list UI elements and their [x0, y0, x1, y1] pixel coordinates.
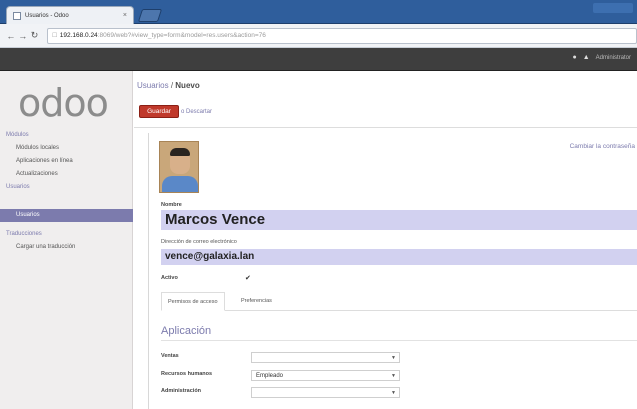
sidebar: odoo Módulos Módulos locales Aplicacione…: [0, 71, 133, 409]
active-label: Activo: [161, 275, 178, 281]
chevron-down-icon: ▼: [391, 390, 396, 396]
browser-tab-title: Usuarios - Odoo: [25, 12, 69, 19]
avatar-hair: [170, 148, 190, 156]
odoo-top-bar: ● ▲ Administrator: [0, 48, 637, 71]
page-favicon-icon: [13, 11, 21, 20]
chat-icon[interactable]: ●: [572, 54, 576, 61]
odoo-logo[interactable]: odoo: [18, 81, 109, 125]
chevron-down-icon: ▼: [391, 373, 396, 379]
sidebar-item-cargar-traduccion[interactable]: Cargar una traducción: [0, 241, 133, 254]
administracion-select[interactable]: ▼: [251, 387, 400, 398]
form-tab-bar: Permisos de acceso Preferencias: [161, 292, 637, 311]
breadcrumb-current: Nuevo: [175, 81, 200, 90]
sidebar-section-modulos: Módulos: [6, 132, 29, 138]
user-avatar[interactable]: [159, 141, 199, 193]
browser-tab-bar: Usuarios - Odoo ×: [0, 0, 637, 24]
change-password-link[interactable]: Cambiar la contraseña: [570, 143, 635, 150]
sidebar-item-actualizaciones[interactable]: Actualizaciones: [0, 168, 133, 181]
administracion-label: Administración: [161, 388, 202, 394]
user-icon[interactable]: ▲: [583, 54, 590, 61]
chevron-down-icon: ▼: [391, 355, 396, 361]
address-bar[interactable]: □ 192.168.0.24 :8069/web?#view_type=form…: [47, 27, 637, 44]
sidebar-section-traducciones: Traducciones: [6, 231, 42, 237]
section-title-aplicacion: Aplicación: [161, 325, 212, 337]
url-path: :8069/web?#view_type=form&model=res.user…: [97, 32, 266, 39]
email-label: Dirección de correo electrónico: [161, 239, 237, 245]
main-content: Usuarios / Nuevo Guardar o Descartar Cam…: [134, 71, 637, 409]
name-label: Nombre: [161, 202, 182, 208]
sidebar-section-usuarios: Usuarios: [6, 184, 30, 190]
recursos-humanos-select[interactable]: Empleado ▼: [251, 370, 400, 381]
breadcrumb-separator: /: [170, 81, 174, 90]
discard-link[interactable]: o Descartar: [181, 106, 212, 118]
name-input[interactable]: Marcos Vence: [161, 210, 637, 230]
breadcrumb-parent[interactable]: Usuarios: [137, 81, 169, 90]
url-host: 192.168.0.24: [59, 32, 98, 39]
sidebar-item-usuarios[interactable]: Usuarios: [0, 209, 133, 222]
recursos-humanos-value: Empleado: [256, 373, 284, 379]
avatar-shirt: [162, 176, 198, 192]
active-checkbox[interactable]: ✔: [245, 274, 251, 282]
close-tab-icon[interactable]: ×: [123, 12, 127, 19]
recursos-humanos-label: Recursos humanos: [161, 371, 213, 377]
topbar-right: ● ▲ Administrator: [566, 54, 631, 61]
save-button[interactable]: Guardar: [139, 105, 179, 118]
form-sheet: Cambiar la contraseña Nombre Marcos Venc…: [148, 133, 637, 409]
ventas-select[interactable]: ▼: [251, 352, 400, 363]
back-arrow-icon[interactable]: ←: [6, 31, 16, 41]
page-icon: □: [52, 32, 57, 39]
tab-permisos-de-acceso[interactable]: Permisos de acceso: [161, 292, 225, 311]
browser-toolbar: ← → ↻ □ 192.168.0.24 :8069/web?#view_typ…: [0, 24, 637, 48]
topbar-user-name[interactable]: Administrator: [596, 55, 631, 61]
ventas-label: Ventas: [161, 353, 179, 359]
browser-tab[interactable]: Usuarios - Odoo ×: [6, 6, 134, 24]
forward-arrow-icon[interactable]: →: [18, 31, 28, 41]
email-input[interactable]: vence@galaxia.lan: [161, 249, 637, 265]
sidebar-item-aplicaciones-en-linea[interactable]: Aplicaciones en línea: [0, 155, 133, 168]
breadcrumb: Usuarios / Nuevo: [137, 81, 200, 90]
reload-icon[interactable]: ↻: [30, 30, 40, 41]
sidebar-item-modulos-locales[interactable]: Módulos locales: [0, 142, 133, 155]
window-controls[interactable]: [593, 3, 633, 13]
toolbar-divider: [134, 127, 637, 128]
new-tab-button[interactable]: [137, 9, 163, 22]
section-divider: [161, 340, 637, 341]
tab-preferencias[interactable]: Preferencias: [235, 292, 278, 311]
